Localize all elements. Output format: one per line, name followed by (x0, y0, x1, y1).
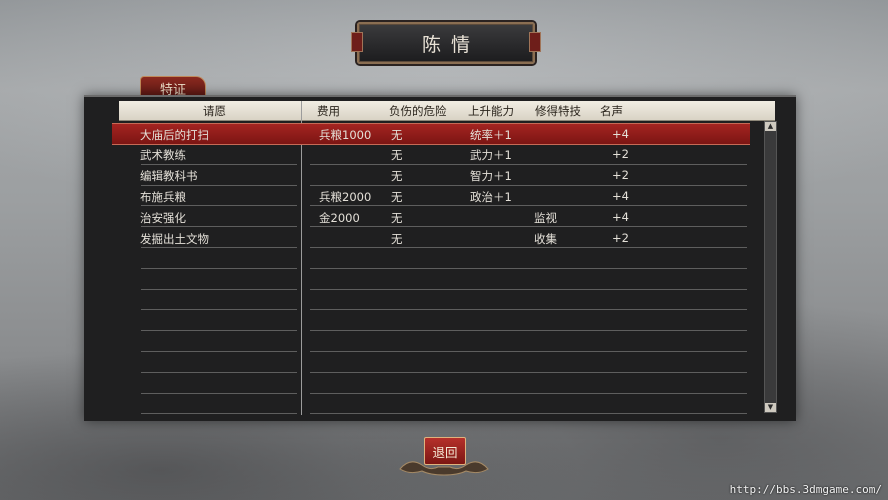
scroll-up-icon[interactable]: ▲ (765, 122, 776, 131)
cell-risk: 无 (391, 128, 403, 142)
cell-skill: 监视 (534, 211, 557, 225)
row-separator (141, 289, 297, 290)
table-row[interactable]: 编辑教科书 无 智力＋1 +2 (119, 165, 749, 185)
row-separator (310, 351, 747, 352)
cell-cost: 金2000 (319, 211, 360, 225)
cell-risk: 无 (391, 211, 403, 225)
header-ability[interactable]: 上升能力 (468, 103, 514, 119)
cell-request: 发掘出土文物 (140, 232, 209, 246)
header-cost[interactable]: 费用 (317, 103, 340, 119)
cell-ability: 智力＋1 (470, 169, 512, 183)
row-separator (141, 268, 297, 269)
header-fame[interactable]: 名声 (600, 103, 623, 119)
cell-fame: +4 (612, 127, 629, 141)
cell-skill: 收集 (534, 232, 557, 246)
row-separator (310, 268, 747, 269)
table-row[interactable]: 治安强化 金2000 无 监视 +4 (119, 207, 749, 227)
cell-ability: 统率＋1 (470, 128, 512, 142)
cell-risk: 无 (391, 232, 403, 246)
cell-fame: +2 (612, 168, 629, 182)
row-separator (141, 330, 297, 331)
row-separator (310, 330, 747, 331)
cell-ability: 政治＋1 (470, 190, 512, 204)
cell-request: 武术教练 (140, 148, 186, 162)
row-separator (310, 393, 747, 394)
cell-risk: 无 (391, 169, 403, 183)
cell-risk: 无 (391, 190, 403, 204)
table-header: 请愿 费用 负伤的危险 上升能力 修得特技 名声 (119, 101, 775, 121)
row-separator (141, 372, 297, 373)
header-skill[interactable]: 修得特技 (535, 103, 581, 119)
scrollbar[interactable]: ▲ ▼ (764, 121, 777, 413)
row-separator (310, 372, 747, 373)
cell-request: 大庙后的打扫 (140, 128, 209, 142)
cell-request: 治安强化 (140, 211, 186, 225)
row-separator (141, 309, 297, 310)
row-separator (141, 351, 297, 352)
table-row[interactable]: 发掘出土文物 无 收集 +2 (119, 228, 749, 248)
table-row[interactable]: 大庙后的打扫 兵粮1000 无 统率＋1 +4 (112, 123, 750, 145)
cell-fame: +2 (612, 231, 629, 245)
return-button[interactable]: 退回 (424, 437, 466, 465)
page-title: 陈情 (421, 33, 480, 56)
cell-ability: 武力＋1 (470, 148, 512, 162)
row-separator (141, 393, 297, 394)
row-separator (310, 289, 747, 290)
cell-fame: +4 (612, 210, 629, 224)
cell-risk: 无 (391, 148, 403, 162)
row-separator (310, 413, 747, 414)
cell-request: 布施兵粮 (140, 190, 186, 204)
watermark: http://bbs.3dmgame.com/ (729, 483, 882, 496)
title-plate: 陈情 (351, 22, 541, 64)
header-risk[interactable]: 负伤的危险 (389, 103, 447, 119)
row-separator (141, 413, 297, 414)
cell-request: 编辑教科书 (140, 169, 198, 183)
cell-cost: 兵粮1000 (319, 128, 372, 142)
row-separator (310, 309, 747, 310)
table-row[interactable]: 武术教练 无 武力＋1 +2 (119, 144, 749, 164)
cell-cost: 兵粮2000 (319, 190, 372, 204)
header-request[interactable]: 请愿 (203, 103, 226, 119)
cell-fame: +4 (612, 189, 629, 203)
cell-fame: +2 (612, 147, 629, 161)
scroll-down-icon[interactable]: ▼ (765, 403, 776, 412)
table-row[interactable]: 布施兵粮 兵粮2000 无 政治＋1 +4 (119, 186, 749, 206)
